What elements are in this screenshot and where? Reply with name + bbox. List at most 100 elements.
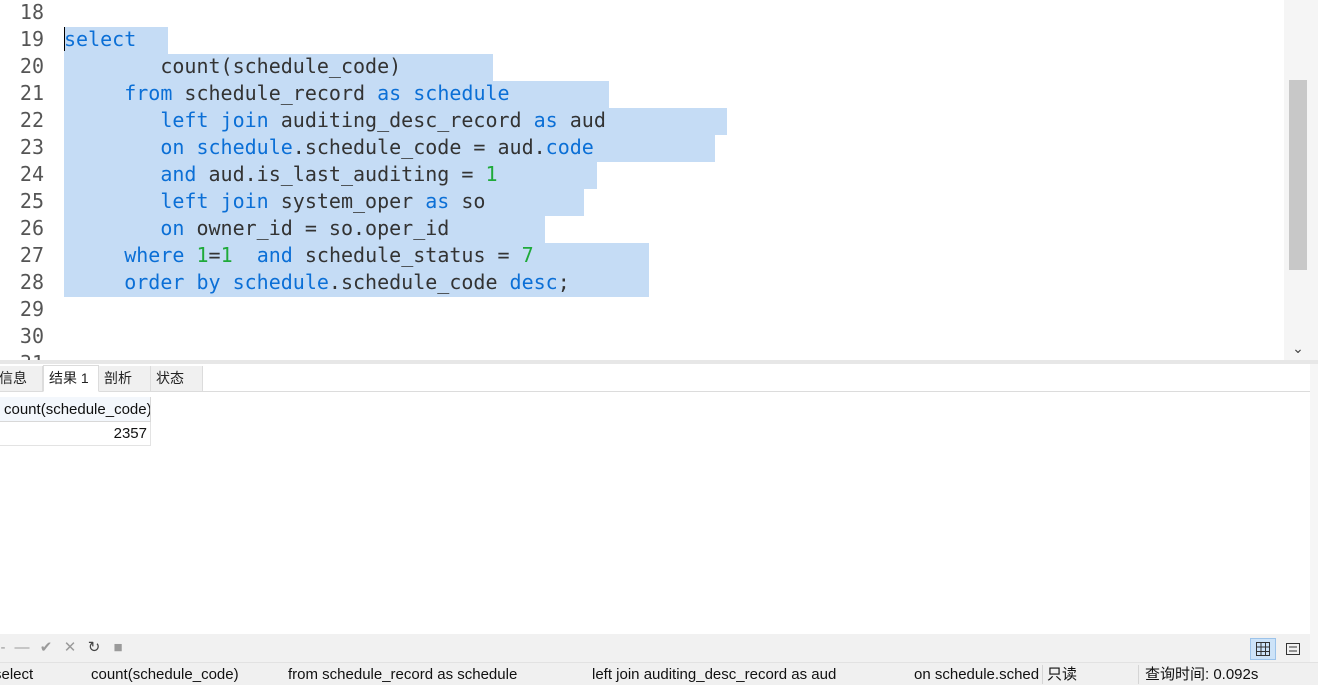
sql-identifier — [64, 216, 160, 240]
line-number: 20 — [19, 54, 44, 78]
form-view-icon — [1286, 643, 1300, 655]
query-time-status: 查询时间: 0.092s — [1145, 666, 1259, 683]
sql-number: 1 — [485, 162, 498, 186]
sql-identifier — [64, 162, 160, 186]
result-cell[interactable]: 2357 — [0, 422, 151, 446]
sql-identifier — [184, 135, 196, 159]
code-line[interactable]: order by schedule.schedule_code desc; — [64, 269, 570, 296]
sql-identifier: schedule_status = — [292, 243, 522, 267]
sql-identifier: owner_id = so.oper_id — [184, 216, 450, 240]
sql-keyword: as — [533, 108, 558, 132]
sql-identifier — [233, 243, 257, 267]
sql-identifier: schedule_record — [172, 81, 378, 105]
sql-identifier: so — [449, 189, 486, 213]
sql-identifier: aud — [557, 108, 606, 132]
tab-info[interactable]: 信息 — [0, 366, 43, 391]
line-number: 25 — [19, 189, 44, 213]
code-line[interactable]: count(schedule_code) — [64, 53, 401, 80]
tab-result-1[interactable]: 结果 1 — [43, 365, 99, 392]
status-separator — [1042, 665, 1043, 684]
code-line[interactable]: where 1=1 and schedule_status = 7 — [64, 242, 534, 269]
sql-identifier — [64, 108, 160, 132]
code-line[interactable]: from schedule_record as schedule — [64, 80, 510, 107]
sql-keyword: select — [64, 27, 137, 51]
line-number: 22 — [19, 108, 44, 132]
sql-identifier: = — [208, 243, 221, 267]
result-tabbar: 信息 结果 1 剖析 状态 — [0, 364, 1318, 392]
line-number: 26 — [19, 216, 44, 240]
sql-identifier — [64, 81, 124, 105]
status-bar: select count(schedule_code) from schedul… — [0, 662, 1318, 685]
check-icon[interactable]: ✔ — [37, 638, 55, 658]
status-sql-segment: from schedule_record as schedule — [288, 666, 518, 683]
sql-identifier: .schedule_code — [328, 270, 510, 294]
sql-number: 1 — [196, 243, 209, 267]
sql-identifier: count(schedule_code) — [64, 54, 402, 78]
status-sql-segment: on schedule.schedule_code — [914, 666, 1040, 683]
line-number: 30 — [19, 324, 44, 348]
readonly-status: 只读 — [1047, 666, 1078, 683]
cross-icon[interactable]: ✕ — [61, 638, 79, 658]
code-line[interactable]: left join system_oper as so — [64, 188, 485, 215]
stop-icon[interactable]: ■ — [109, 638, 127, 658]
status-sql-segment: select — [0, 666, 34, 683]
form-view-button[interactable] — [1280, 638, 1306, 660]
code-line[interactable]: and aud.is_last_auditing = 1 — [64, 161, 497, 188]
refresh-icon[interactable]: ↻ — [85, 638, 103, 658]
tab-status[interactable]: 状态 — [151, 366, 203, 391]
sql-identifier: system_oper — [268, 189, 426, 213]
minus-icon[interactable]: — — [13, 638, 31, 658]
result-column-header[interactable]: count(schedule_code) — [0, 397, 151, 422]
line-number-gutter: 18 19 20 21 22 23 24 25 26 27 28 29 30 31 — [0, 0, 50, 360]
scroll-down-icon[interactable]: ⌄ — [1290, 340, 1306, 356]
sql-keyword: order by — [124, 270, 221, 294]
sql-keyword: as — [425, 189, 450, 213]
code-line[interactable]: select — [64, 26, 136, 53]
sql-identifier — [221, 270, 233, 294]
code-line[interactable]: on schedule.schedule_code = aud.code — [64, 134, 594, 161]
line-number: 31 — [0, 350, 44, 360]
sql-number: 7 — [521, 243, 534, 267]
status-separator — [1138, 665, 1139, 684]
line-number: 27 — [19, 243, 44, 267]
sql-keyword: schedule — [196, 135, 293, 159]
sql-identifier: ; — [557, 270, 570, 294]
editor-scrollbar-thumb[interactable] — [1289, 80, 1307, 270]
sql-keyword: left join — [160, 189, 269, 213]
tab-profile[interactable]: 剖析 — [99, 366, 151, 391]
line-number: 23 — [19, 135, 44, 159]
sql-identifier — [184, 243, 196, 267]
sql-keyword: schedule — [232, 270, 329, 294]
result-vertical-scrollbar[interactable] — [1310, 364, 1318, 662]
line-number: 19 — [19, 27, 44, 51]
sql-keyword: and — [256, 243, 293, 267]
sql-identifier — [401, 81, 413, 105]
line-number: 29 — [19, 297, 44, 321]
sql-editor[interactable]: 18 19 20 21 22 23 24 25 26 27 28 29 30 31 select coun… — [0, 0, 1318, 360]
sql-keyword: on — [160, 216, 185, 240]
code-line[interactable]: on owner_id = so.oper_id — [64, 215, 449, 242]
sql-keyword: from — [124, 81, 173, 105]
sql-keyword: schedule — [413, 81, 510, 105]
sql-keyword: code — [545, 135, 594, 159]
line-number: 28 — [19, 270, 44, 294]
sql-identifier — [64, 243, 124, 267]
sql-keyword: on — [160, 135, 185, 159]
sql-keyword: as — [377, 81, 402, 105]
sql-keyword: desc — [509, 270, 558, 294]
sql-identifier — [64, 270, 124, 294]
sql-keyword: left join — [160, 108, 269, 132]
grid-view-icon — [1256, 642, 1270, 656]
sql-identifier: auditing_desc_record — [268, 108, 534, 132]
sql-number: 1 — [220, 243, 233, 267]
code-line[interactable]: left join auditing_desc_record as aud — [64, 107, 606, 134]
sql-keyword: and — [160, 162, 197, 186]
sql-identifier: aud.is_last_auditing = — [196, 162, 486, 186]
plus-icon[interactable]: - — [0, 638, 12, 658]
sql-identifier — [64, 135, 160, 159]
line-number: 18 — [19, 0, 44, 24]
status-sql-segment: left join auditing_desc_record as aud — [592, 666, 837, 683]
sql-identifier — [64, 189, 160, 213]
grid-view-button[interactable] — [1250, 638, 1276, 660]
sql-keyword: where — [124, 243, 185, 267]
